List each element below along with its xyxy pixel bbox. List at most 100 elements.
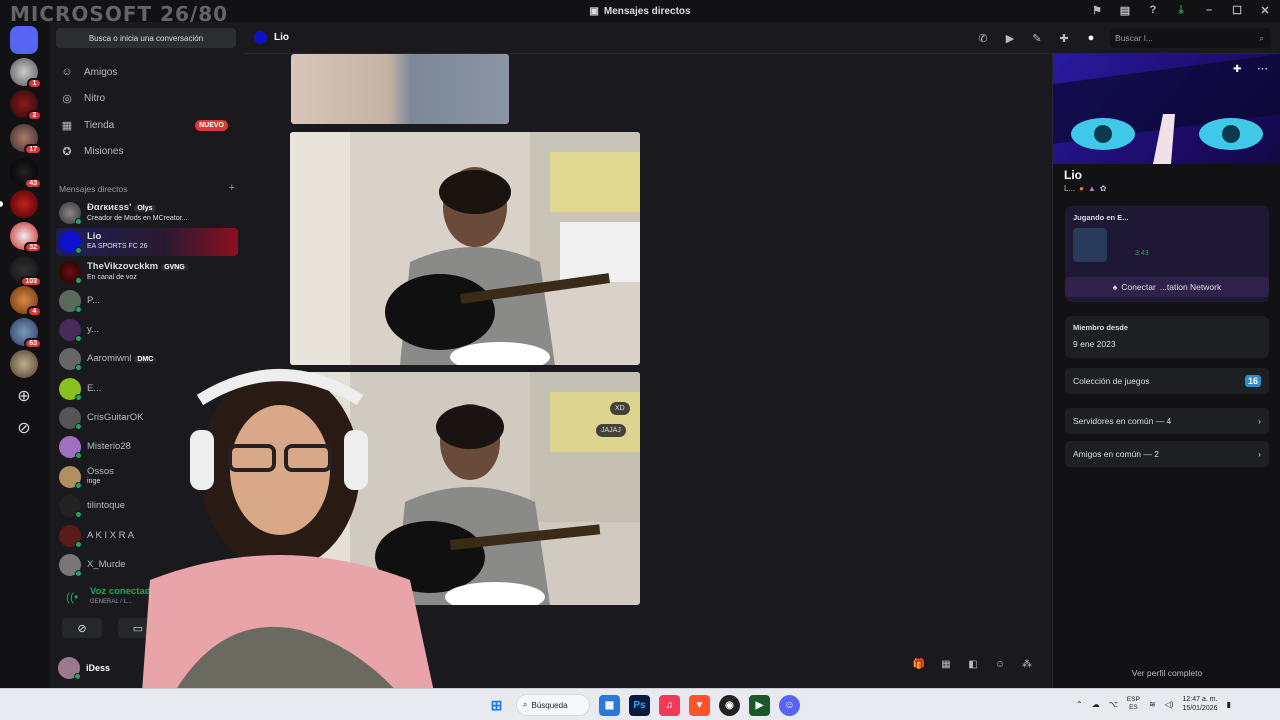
profile-toggle-icon[interactable]: ●	[1084, 31, 1098, 45]
obs-icon[interactable]: ◉	[719, 694, 740, 716]
dm-item[interactable]: Ɖαɾкиεss' Olys Creador de Mods en MCreator…	[56, 199, 238, 227]
mutual-servers-row[interactable]: Servidores en común — 4 ›	[1065, 408, 1269, 434]
download-icon[interactable]: ⤓	[1174, 3, 1188, 17]
quests-icon: ✪	[62, 145, 72, 158]
search-icon: ⌕	[1259, 32, 1264, 43]
dm-item[interactable]: y...	[56, 316, 238, 344]
server-icon[interactable]: 4	[10, 286, 42, 317]
add-friend-icon[interactable]: ✚	[1057, 31, 1071, 45]
chat-header: Lio ✆ ▶ ✎ ✚ ● Buscar l... ⌕	[244, 22, 1280, 54]
badge-icon: ●	[1079, 184, 1084, 193]
server-icon[interactable]: 43	[10, 158, 42, 189]
windows-taskbar: ⊞ ⌕ Búsqueda ▦ Ps ♫ ▼ ◉ ▶ ☺ ⌃ ☁ ⌥ ESP ES…	[0, 688, 1280, 720]
friends-icon: ☺	[61, 66, 73, 78]
nav-nitro[interactable]: ◎ Nitro	[56, 86, 234, 110]
gift-icon[interactable]: 🎁	[912, 657, 926, 671]
nav-shop[interactable]: ▦ Tienda NUEVO	[56, 113, 234, 137]
server-icon[interactable]: 63	[10, 318, 42, 349]
search-input[interactable]: Buscar l... ⌕	[1110, 28, 1270, 48]
taskbar-search[interactable]: ⌕ Búsqueda	[516, 694, 590, 716]
server-icon[interactable]: 17	[10, 124, 42, 155]
new-badge: NUEVO	[195, 119, 228, 131]
call-icon[interactable]: ✆	[976, 31, 990, 45]
connect-button[interactable]: ♠ Conectar ...tation Network	[1065, 277, 1269, 297]
cloud-icon[interactable]: ☁	[1092, 700, 1100, 709]
message-text: JAJAJ	[596, 424, 626, 437]
dm-section-header: Mensajes directos +	[59, 182, 235, 195]
volume-icon[interactable]: ◁)	[1165, 700, 1174, 709]
image-attachment[interactable]	[291, 54, 509, 124]
badge-icon: ▲	[1087, 184, 1096, 193]
signal-icon: ((•	[66, 590, 79, 604]
user-profile-panel: ✚ ⋯ Lio L... ● ▲ ✿ Jugando en E... 3:43 …	[1052, 54, 1280, 688]
chat-user[interactable]: Lio	[254, 31, 289, 44]
photoshop-icon[interactable]: Ps	[629, 694, 650, 716]
notification-icon[interactable]: ▮	[1227, 700, 1231, 709]
profile-banner	[1053, 54, 1280, 164]
more-options-icon[interactable]: ⋯	[1257, 62, 1268, 75]
composer-actions: 🎁 ▦ ◧ ☺ ⁂	[912, 657, 1034, 671]
server-icon[interactable]: 2	[10, 90, 42, 121]
flag-icon[interactable]: ⚑	[1090, 3, 1104, 17]
title-bar: MICROSOFT 26/80 ▣ Mensajes directos ⚑ ▤ …	[0, 0, 1280, 26]
server-icon[interactable]	[10, 350, 38, 378]
server-icon[interactable]: 103	[10, 256, 42, 287]
playstation-icon: ♠	[1112, 282, 1118, 292]
video-off-button[interactable]: ⊘	[62, 618, 102, 638]
help-icon[interactable]: ?	[1146, 3, 1160, 17]
add-friend-icon[interactable]: ✚	[1233, 64, 1241, 75]
maximize-button[interactable]: ☐	[1230, 3, 1244, 17]
dm-item[interactable]: TheVikzovckkm GVNG En canal de voz	[56, 258, 238, 286]
nav-friends[interactable]: ☺ Amigos	[56, 60, 234, 84]
add-server-icon[interactable]: ⊕	[14, 386, 34, 406]
chevron-right-icon: ›	[1258, 416, 1261, 426]
message-text: XD	[610, 402, 630, 415]
server-rail: 1 2 17 43 32 103 4 63 ⊕ ⊘	[0, 22, 50, 688]
emoji-icon[interactable]: ☺	[993, 657, 1007, 671]
minimize-button[interactable]: –	[1202, 3, 1216, 17]
dm-item[interactable]: P...	[56, 287, 238, 315]
taskbar-apps: ⊞ ⌕ Búsqueda ▦ Ps ♫ ▼ ◉ ▶ ☺	[486, 694, 800, 716]
gif-icon[interactable]: ▦	[939, 657, 953, 671]
wifi-icon[interactable]: ≋	[1149, 700, 1156, 709]
games-count-badge: 16	[1244, 375, 1261, 387]
apps-icon[interactable]: ⁂	[1020, 657, 1034, 671]
server-icon[interactable]: 1	[10, 58, 42, 89]
terminal-icon[interactable]: ▶	[749, 694, 770, 716]
shop-icon: ▦	[61, 119, 73, 132]
mutual-friends-row[interactable]: Amigos en común — 2 ›	[1065, 441, 1269, 467]
video-call-icon[interactable]: ▶	[1003, 31, 1017, 45]
start-button[interactable]: ⊞	[486, 695, 507, 716]
search-icon: ⌕	[523, 700, 528, 709]
game-art	[1073, 228, 1107, 262]
dm-item-active[interactable]: Lio EA SPORTS FC 26	[56, 228, 238, 256]
discover-icon[interactable]: ⊘	[14, 418, 34, 438]
brave-icon[interactable]: ▼	[689, 694, 710, 716]
music-icon[interactable]: ♫	[659, 694, 680, 716]
profile-name: Lio	[1064, 168, 1082, 182]
view-full-profile-link[interactable]: Ver perfil completo	[1053, 668, 1280, 678]
inbox-tray-icon[interactable]: ▤	[1118, 3, 1132, 17]
sticker-icon[interactable]: ◧	[966, 657, 980, 671]
dm-search-input[interactable]: Busca o inicia una conversación	[56, 28, 236, 48]
window-controls: ⚑ ▤ ? ⤓ – ☐ ✕	[1090, 3, 1272, 17]
clock[interactable]: 12:47 a. m. 15/01/2026	[1182, 695, 1217, 713]
language-indicator[interactable]: ESP ES	[1127, 696, 1140, 712]
chevron-up-icon[interactable]: ⌃	[1076, 700, 1083, 709]
usb-icon[interactable]: ⌥	[1109, 700, 1118, 709]
explorer-icon[interactable]: ▦	[599, 694, 620, 716]
close-button[interactable]: ✕	[1258, 3, 1272, 17]
nitro-icon: ◎	[62, 92, 72, 105]
member-since-card: Miembro desde 9 ene 2023	[1065, 316, 1269, 358]
home-button[interactable]	[10, 26, 38, 54]
discord-icon[interactable]: ☺	[779, 694, 800, 716]
server-icon[interactable]: 32	[10, 222, 42, 253]
pin-icon[interactable]: ✎	[1030, 31, 1044, 45]
image-attachment[interactable]	[290, 132, 640, 365]
add-dm-icon[interactable]: +	[229, 183, 235, 194]
server-icon[interactable]	[0, 190, 38, 218]
games-collection-row[interactable]: Colección de juegos 16	[1065, 368, 1269, 394]
system-tray: ⌃ ☁ ⌥ ESP ES ≋ ◁) 12:47 a. m. 15/01/2026…	[1076, 695, 1231, 713]
nav-quests[interactable]: ✪ Misiones	[56, 139, 234, 163]
avatar[interactable]	[58, 657, 81, 680]
